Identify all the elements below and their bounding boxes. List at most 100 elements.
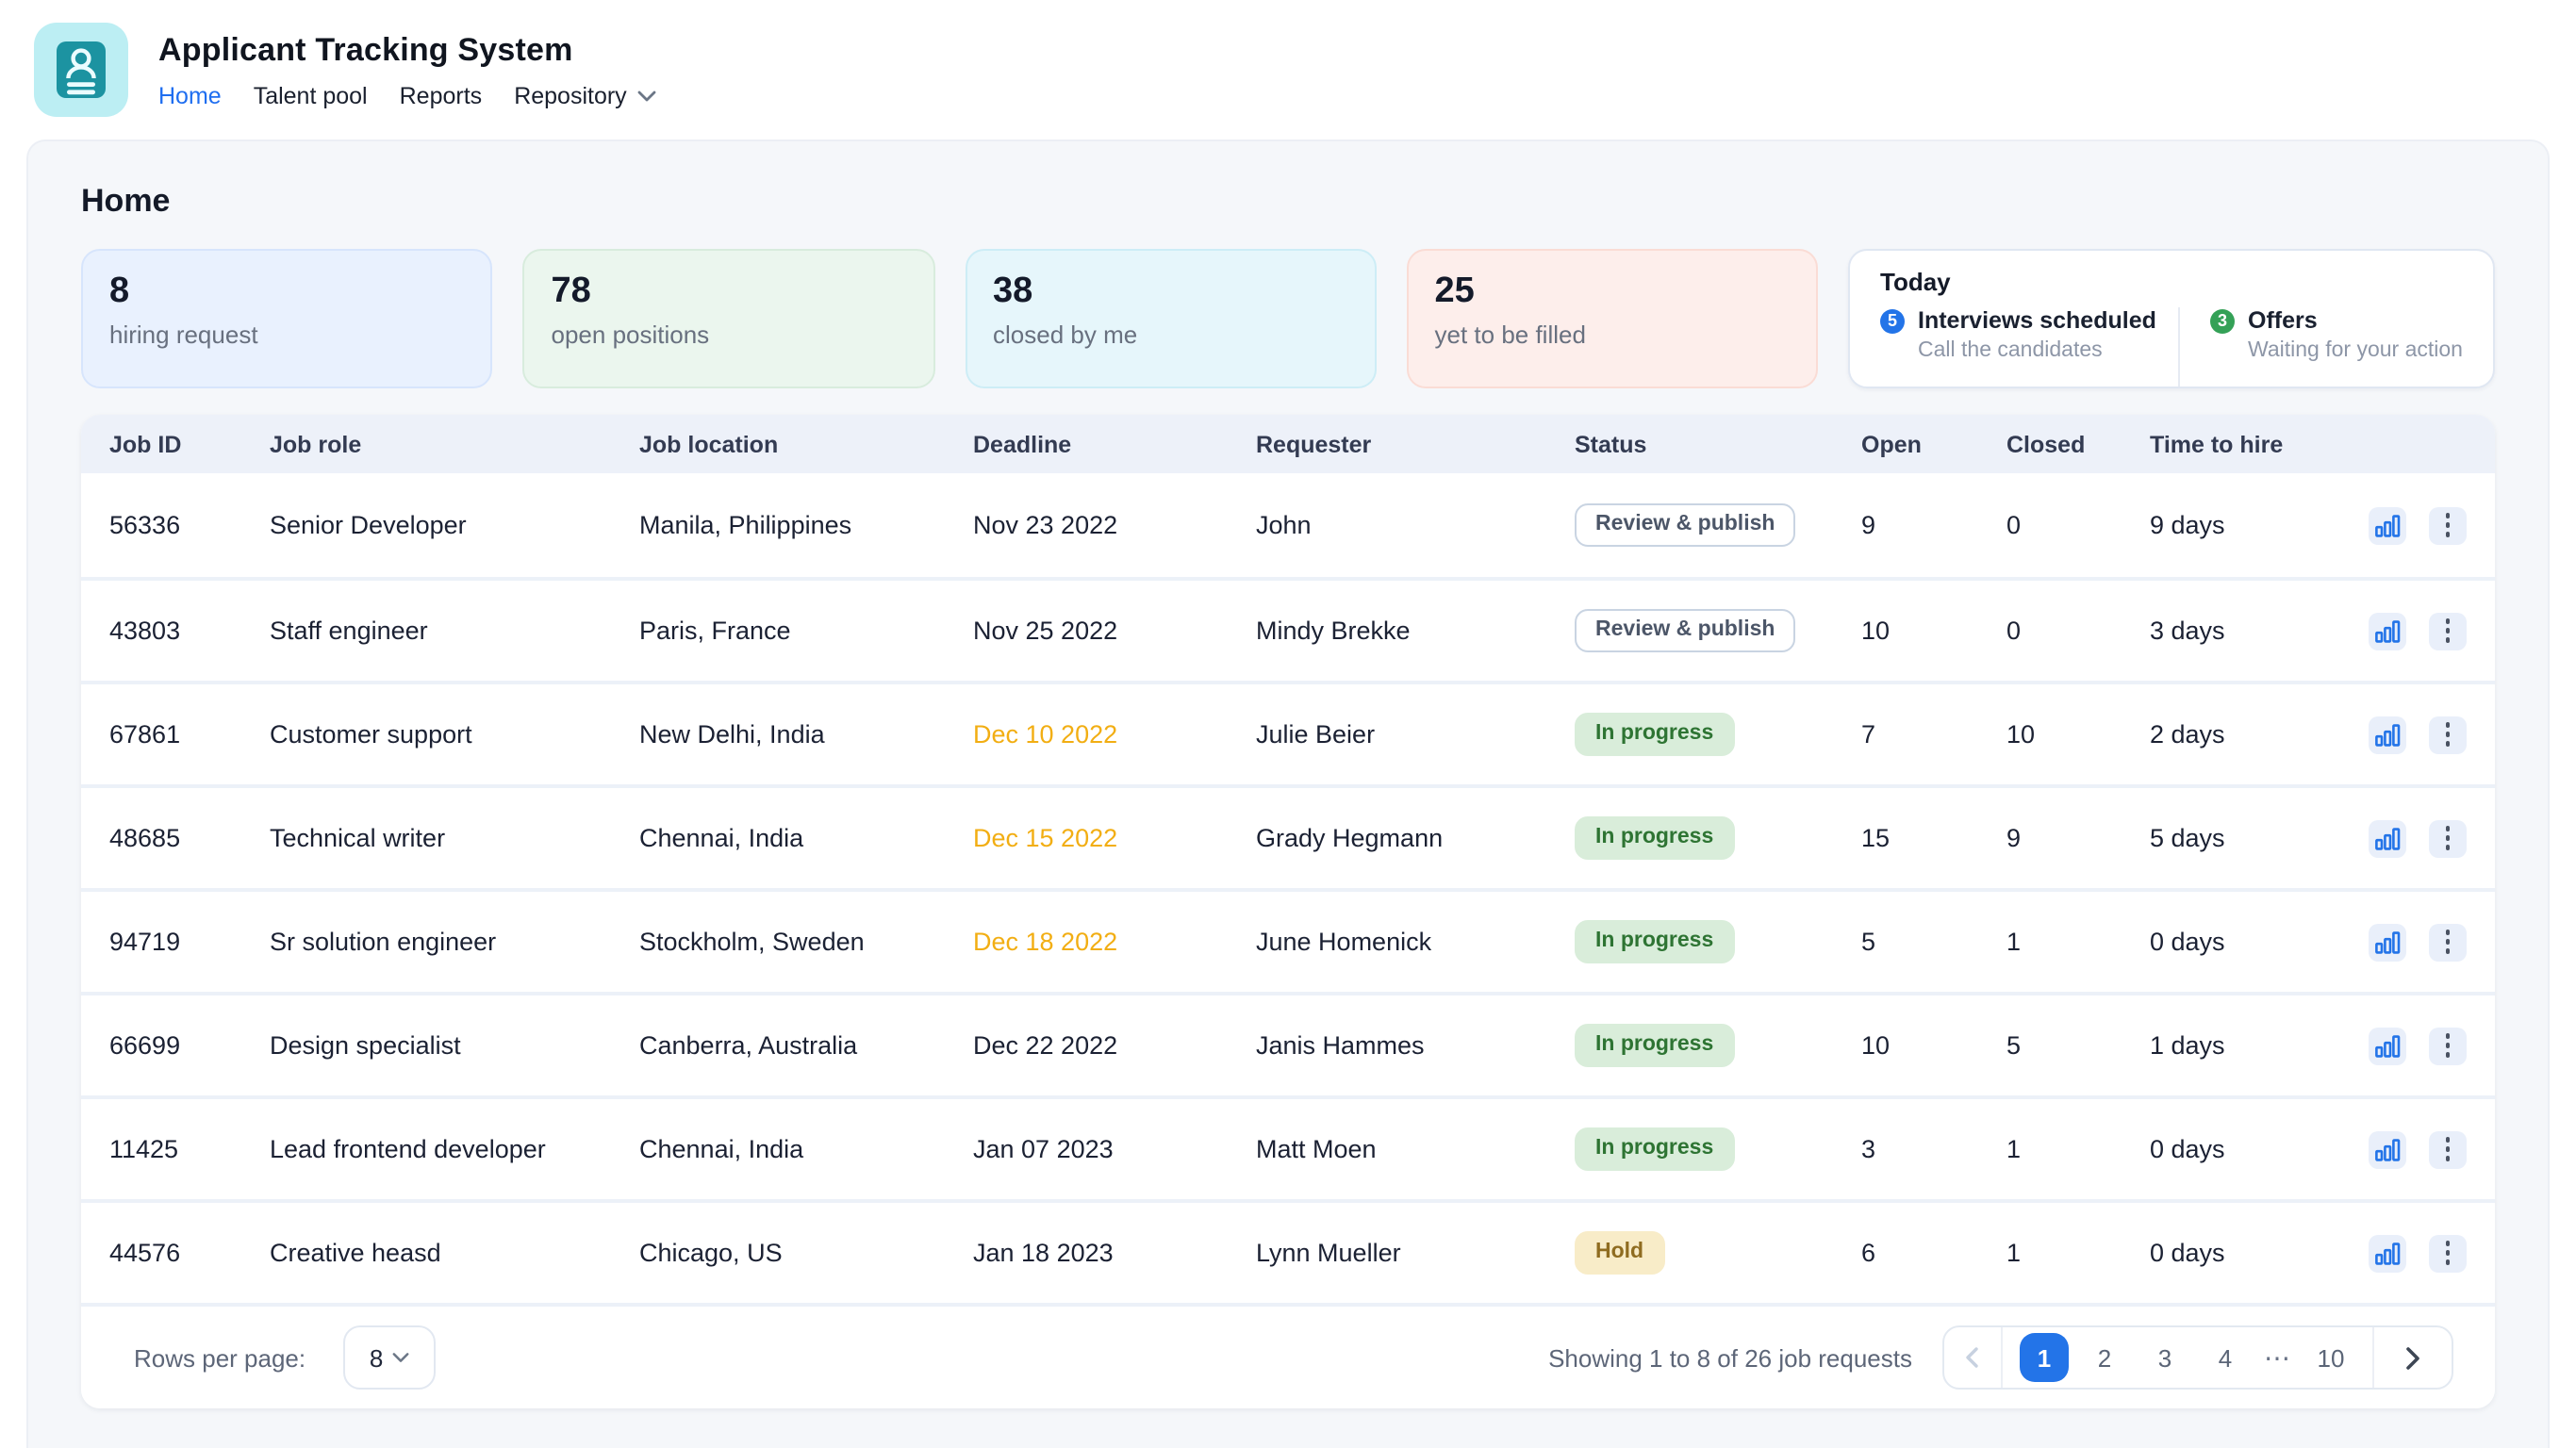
time-to-hire-cell: 2 days <box>2150 720 2363 749</box>
today-item-label: Offers <box>2248 307 2318 334</box>
nav-item-home[interactable]: Home <box>158 82 222 108</box>
today-item-header: 3 Offers <box>2210 307 2463 334</box>
previous-page-button[interactable] <box>1944 1327 2003 1388</box>
deadline-cell: Dec 10 2022 <box>973 720 1256 749</box>
showing-count-text: Showing 1 to 8 of 26 job requests <box>1548 1343 1912 1372</box>
page-button-10[interactable]: 10 <box>2306 1333 2355 1382</box>
row-chart-button[interactable] <box>2369 819 2406 857</box>
row-actions <box>2363 612 2495 650</box>
open-count-cell: 6 <box>1861 1239 2006 1267</box>
requester-cell: John <box>1256 511 1575 539</box>
job-location-cell: Chicago, US <box>639 1239 973 1267</box>
today-item-offers: 3OffersWaiting for your action <box>2178 307 2463 387</box>
row-chart-button[interactable] <box>2369 923 2406 961</box>
nav-item-talent-pool[interactable]: Talent pool <box>254 82 368 108</box>
row-kebab-menu-button[interactable] <box>2429 612 2467 650</box>
row-chart-button[interactable] <box>2369 612 2406 650</box>
page-button-3[interactable]: 3 <box>2140 1333 2189 1382</box>
job-role-cell: Customer support <box>270 720 639 749</box>
job-id-cell: 66699 <box>109 1031 270 1060</box>
status-cell: In progress <box>1575 713 1861 756</box>
row-kebab-menu-button[interactable] <box>2429 716 2467 753</box>
row-kebab-menu-button[interactable] <box>2429 923 2467 961</box>
count-badge: 3 <box>2210 308 2235 333</box>
bar-chart-icon <box>2374 825 2401 851</box>
stat-card-yet-to-be-filled: 25yet to be filled <box>1407 249 1819 388</box>
status-cell: Hold <box>1575 1231 1861 1275</box>
row-actions <box>2363 819 2495 857</box>
today-item-subtext: Call the candidates <box>1918 339 2178 362</box>
row-chart-button[interactable] <box>2369 716 2406 753</box>
row-kebab-menu-button[interactable] <box>2429 1027 2467 1064</box>
closed-count-cell: 1 <box>2006 1135 2150 1163</box>
status-badge: Review & publish <box>1575 503 1795 547</box>
open-count-cell: 5 <box>1861 928 2006 956</box>
row-chart-button[interactable] <box>2369 506 2406 544</box>
table-header-row: Job IDJob roleJob locationDeadlineReques… <box>81 415 2495 473</box>
kebab-menu-icon <box>2446 1138 2451 1161</box>
job-role-cell: Technical writer <box>270 824 639 852</box>
status-badge: In progress <box>1575 920 1734 963</box>
row-chart-button[interactable] <box>2369 1130 2406 1168</box>
job-location-cell: Chennai, India <box>639 824 973 852</box>
stat-value: 8 <box>109 272 465 313</box>
deadline-cell: Nov 25 2022 <box>973 617 1256 645</box>
deadline-cell: Dec 15 2022 <box>973 824 1256 852</box>
nav-item-repository[interactable]: Repository <box>514 82 657 108</box>
stat-value: 25 <box>1435 272 1791 313</box>
requester-cell: Grady Hegmann <box>1256 824 1575 852</box>
header-text-block: Applicant Tracking System Home Talent poo… <box>158 31 657 108</box>
next-page-button[interactable] <box>2372 1327 2452 1388</box>
stat-label: closed by me <box>993 321 1348 349</box>
today-item-interviews-scheduled: 5Interviews scheduledCall the candidates <box>1880 307 2178 387</box>
page-button-2[interactable]: 2 <box>2080 1333 2129 1382</box>
row-chart-button[interactable] <box>2369 1234 2406 1272</box>
page-button-4[interactable]: 4 <box>2201 1333 2250 1382</box>
status-badge: In progress <box>1575 816 1734 860</box>
row-kebab-menu-button[interactable] <box>2429 1234 2467 1272</box>
row-kebab-menu-button[interactable] <box>2429 1130 2467 1168</box>
kebab-menu-icon <box>2446 723 2451 747</box>
rows-per-page-label: Rows per page: <box>134 1343 305 1372</box>
job-id-cell: 56336 <box>109 511 270 539</box>
open-count-cell: 7 <box>1861 720 2006 749</box>
closed-count-cell: 0 <box>2006 511 2150 539</box>
table-footer: Rows per page: 8 Showing 1 to 8 of 26 jo… <box>81 1303 2495 1408</box>
nav-item-reports[interactable]: Reports <box>400 82 483 108</box>
row-kebab-menu-button[interactable] <box>2429 506 2467 544</box>
job-location-cell: Chennai, India <box>639 1135 973 1163</box>
time-to-hire-cell: 1 days <box>2150 1031 2363 1060</box>
app-logo <box>34 23 128 117</box>
chevron-down-icon <box>392 1352 409 1363</box>
kebab-menu-icon <box>2446 1242 2451 1265</box>
page-button-1[interactable]: 1 <box>2020 1333 2069 1382</box>
bar-chart-icon <box>2374 1032 2401 1059</box>
table-row: 67861Customer supportNew Delhi, IndiaDec… <box>81 681 2495 784</box>
status-badge: In progress <box>1575 1024 1734 1067</box>
job-location-cell: New Delhi, India <box>639 720 973 749</box>
chevron-left-icon <box>1965 1346 1980 1369</box>
status-badge: In progress <box>1575 713 1734 756</box>
page-title: Home <box>81 183 2495 221</box>
row-chart-button[interactable] <box>2369 1027 2406 1064</box>
rows-per-page-value: 8 <box>370 1343 383 1372</box>
nav-item-label: Home <box>158 82 222 108</box>
rows-per-page-select[interactable]: 8 <box>343 1325 436 1390</box>
job-id-cell: 11425 <box>109 1135 270 1163</box>
requester-cell: Lynn Mueller <box>1256 1239 1575 1267</box>
row-actions <box>2363 716 2495 753</box>
today-item-label: Interviews scheduled <box>1918 307 2156 334</box>
bar-chart-icon <box>2374 1240 2401 1266</box>
row-kebab-menu-button[interactable] <box>2429 819 2467 857</box>
app-root: Applicant Tracking System Home Talent poo… <box>0 0 2576 1448</box>
job-id-cell: 43803 <box>109 617 270 645</box>
status-cell: In progress <box>1575 1127 1861 1171</box>
kebab-menu-icon <box>2446 619 2451 643</box>
requester-cell: June Homenick <box>1256 928 1575 956</box>
job-location-cell: Paris, France <box>639 617 973 645</box>
open-count-cell: 10 <box>1861 617 2006 645</box>
stat-label: open positions <box>552 321 907 349</box>
app-title: Applicant Tracking System <box>158 31 657 69</box>
app-header: Applicant Tracking System Home Talent poo… <box>0 0 2576 140</box>
closed-count-cell: 10 <box>2006 720 2150 749</box>
